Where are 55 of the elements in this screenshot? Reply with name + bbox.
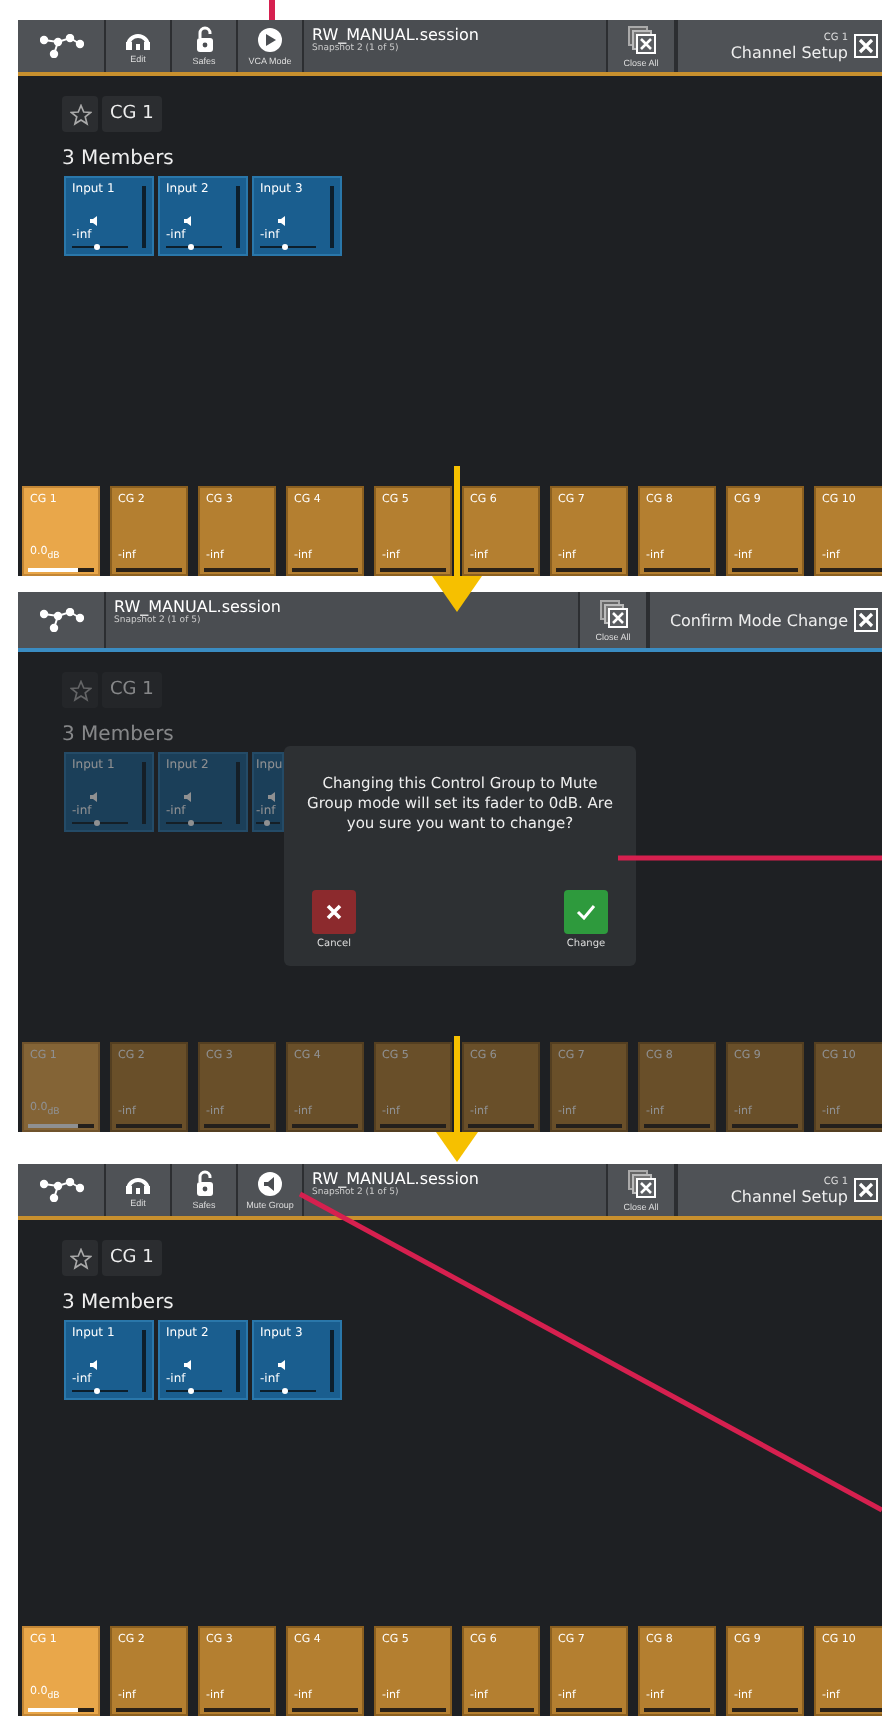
group-name: CG 1 (102, 672, 162, 708)
padlock-icon (195, 26, 213, 52)
star-icon (69, 1247, 91, 1269)
fader-knob[interactable] (188, 244, 195, 250)
fader-knob[interactable] (94, 244, 101, 250)
network-icon (39, 34, 83, 58)
checkmark-icon (576, 904, 596, 920)
toolbar-button[interactable] (18, 1164, 106, 1216)
speaker-icon (268, 792, 278, 802)
network-icon (39, 608, 83, 632)
session-name: RW_MANUAL.session (114, 598, 283, 616)
panel-title: Channel Setup (730, 1187, 848, 1205)
speaker-icon (184, 792, 194, 802)
fader-knob[interactable] (188, 1388, 195, 1394)
speaker-icon (278, 216, 288, 226)
close-icon[interactable] (854, 34, 878, 58)
dialog-button[interactable] (564, 890, 608, 934)
vca-icon (258, 27, 282, 51)
fader-knob[interactable] (94, 1388, 101, 1394)
group-name: CG 1 (102, 1240, 162, 1276)
speaker-icon (278, 1360, 288, 1370)
padlock-icon (195, 1170, 213, 1196)
star-icon (69, 103, 91, 125)
speaker-icon (258, 1171, 282, 1195)
favorite-button[interactable] (62, 96, 98, 132)
edit-icon (126, 29, 150, 49)
fader-knob[interactable] (282, 1388, 289, 1394)
stacked-windows-icon (627, 25, 655, 53)
stacked-windows-icon (599, 599, 627, 627)
toolbar-button[interactable] (18, 20, 106, 72)
close-icon[interactable] (854, 608, 878, 632)
network-icon (39, 1178, 83, 1202)
stacked-windows-icon (627, 1169, 655, 1197)
speaker-icon (184, 1360, 194, 1370)
toolbar-button[interactable] (18, 592, 106, 648)
speaker-icon (184, 216, 194, 226)
favorite-button[interactable] (62, 672, 98, 708)
members-heading: 3 Members (62, 724, 176, 746)
group-name: CG 1 (102, 96, 162, 132)
speaker-icon (90, 792, 100, 802)
dialog-button[interactable] (312, 890, 356, 934)
panel-title: Confirm Mode Change (669, 611, 848, 629)
speaker-icon (90, 1360, 100, 1370)
session-name: RW_MANUAL.session (312, 26, 481, 44)
members-heading: 3 Members (62, 1292, 176, 1314)
panel-title: Channel Setup (730, 43, 848, 61)
edit-icon (126, 1173, 150, 1193)
fader-knob[interactable] (282, 244, 289, 250)
favorite-button[interactable] (62, 1240, 98, 1276)
close-icon[interactable] (854, 1178, 878, 1202)
members-heading: 3 Members (62, 148, 176, 170)
session-name: RW_MANUAL.session (312, 1170, 481, 1188)
close-icon (326, 904, 342, 920)
speaker-icon (90, 216, 100, 226)
star-icon (69, 679, 91, 701)
